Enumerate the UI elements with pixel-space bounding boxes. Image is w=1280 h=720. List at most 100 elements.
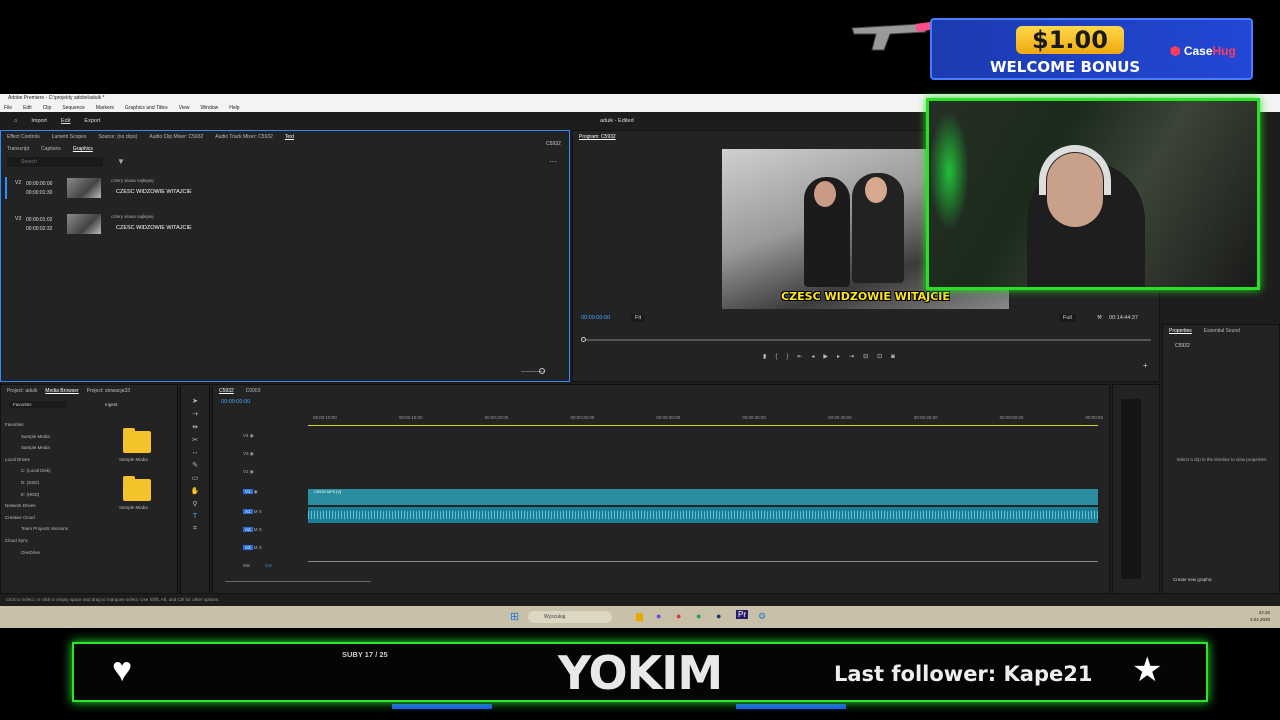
- rectangle-icon[interactable]: ▭: [192, 474, 199, 482]
- explorer-icon[interactable]: ▆: [636, 611, 643, 622]
- timeline-ruler[interactable]: 00:00:10:00 00:00:15:00 00:00:20:00 00:0…: [313, 415, 1103, 420]
- taskbar-search[interactable]: Wyszukaj: [528, 611, 612, 623]
- tab-properties[interactable]: Properties: [1169, 328, 1192, 334]
- tree-item[interactable]: Creative Cloud: [5, 512, 68, 524]
- browser-icon[interactable]: ●: [676, 611, 681, 621]
- zoom-handle[interactable]: [539, 368, 545, 374]
- tab-transcript[interactable]: Transcript: [7, 146, 29, 152]
- tab-project-2[interactable]: Project: stowacja33: [87, 388, 130, 394]
- tree-item[interactable]: Favorites: [5, 419, 68, 431]
- tree-item[interactable]: Team Projects Versions: [5, 523, 68, 535]
- tab-import[interactable]: Import: [31, 118, 47, 124]
- premiere-icon[interactable]: Pr: [736, 610, 748, 619]
- folder-icon[interactable]: [123, 428, 151, 453]
- tree-item[interactable]: D: (SSD): [5, 477, 68, 489]
- track-header-mix[interactable]: Mix 0.0: [231, 563, 301, 579]
- track-header-v2[interactable]: V2 ◉: [231, 469, 301, 485]
- graphic-item[interactable]: V2 00:00:00:00 00:00:01:30 cztery slowa …: [5, 177, 311, 203]
- ingest-checkbox[interactable]: Ingest: [105, 402, 117, 407]
- fit-dropdown[interactable]: Fit: [631, 314, 646, 322]
- zoom-icon[interactable]: ⚲: [192, 500, 197, 508]
- go-to-in-icon[interactable]: ⇤: [797, 353, 802, 360]
- steam-icon[interactable]: ●: [716, 611, 721, 621]
- camera-icon[interactable]: ◙: [891, 354, 895, 360]
- quality-dropdown[interactable]: Full: [1059, 314, 1076, 322]
- add-button-icon[interactable]: +: [1143, 361, 1148, 370]
- menu-sequence[interactable]: Sequence: [62, 105, 85, 111]
- tab-export[interactable]: Export: [84, 118, 100, 124]
- razor-icon[interactable]: ✂: [192, 436, 198, 444]
- tree-item[interactable]: Sample Media: [5, 442, 68, 454]
- menu-help[interactable]: Help: [229, 105, 239, 111]
- start-icon[interactable]: ⊞: [510, 610, 519, 623]
- menu-view[interactable]: View: [179, 105, 190, 111]
- menu-file[interactable]: File: [4, 105, 12, 111]
- type-tool-icon[interactable]: T: [193, 513, 197, 520]
- extract-icon[interactable]: ⊡: [877, 353, 882, 360]
- tab-lumetri[interactable]: Lumetri Scopes: [52, 134, 87, 140]
- track-header-a2[interactable]: A2 M S: [231, 527, 301, 543]
- tree-item[interactable]: Network Drives: [5, 500, 68, 512]
- video-clip[interactable]: C5932.MP4 [V]: [308, 489, 1098, 505]
- search-input[interactable]: Search: [7, 157, 103, 167]
- tree-item[interactable]: Local Drives: [5, 454, 68, 466]
- tab-audio-track-mixer[interactable]: Audio Track Mixer: C5932: [215, 134, 273, 140]
- spotify-icon[interactable]: ●: [696, 611, 701, 621]
- tree-item[interactable]: Sample Media: [5, 431, 68, 443]
- hand-icon[interactable]: ✋: [191, 487, 200, 495]
- tab-captions[interactable]: Captions: [41, 146, 61, 152]
- timeline-timecode[interactable]: 00:00:00:00: [221, 399, 250, 405]
- settings-icon[interactable]: ⚙: [758, 611, 766, 622]
- track-header-v1[interactable]: V1 ◉: [231, 489, 301, 505]
- menu-clip[interactable]: Clip: [43, 105, 52, 111]
- menu-edit[interactable]: Edit: [23, 105, 32, 111]
- taskbar-clock[interactable]: 22:36 3.04.2026: [1250, 609, 1270, 623]
- tab-audio-clip-mixer[interactable]: Audio Clip Mixer: C5932: [149, 134, 203, 140]
- tree-item[interactable]: Cloud Sync: [5, 535, 68, 547]
- tab-edit[interactable]: Edit: [61, 118, 70, 124]
- tab-project[interactable]: Project: aduik: [7, 388, 37, 394]
- tab-sequence-c0003[interactable]: C0003: [246, 388, 261, 394]
- pen-icon[interactable]: ✎: [192, 461, 198, 469]
- tab-essential-sound[interactable]: Essential Sound: [1204, 328, 1240, 334]
- marker-icon[interactable]: ▮: [763, 353, 766, 360]
- wrench-icon[interactable]: ⚒: [1097, 315, 1102, 321]
- discord-icon[interactable]: ●: [656, 611, 661, 621]
- caption-tool-icon[interactable]: ⌗: [193, 525, 197, 533]
- selection-tool-icon[interactable]: ➤: [192, 397, 198, 405]
- lift-icon[interactable]: ⊟: [863, 353, 868, 360]
- graphic-item[interactable]: V3 00:00:01:02 00:00:02:32 cztery slowa …: [11, 213, 311, 239]
- tree-item[interactable]: E: (HDD): [5, 489, 68, 501]
- menu-graphics[interactable]: Graphics and Titles: [125, 105, 168, 111]
- out-icon[interactable]: }: [786, 354, 788, 360]
- tab-effect-controls[interactable]: Effect Controls: [7, 134, 40, 140]
- scrubber-handle[interactable]: [581, 337, 586, 342]
- tab-graphics[interactable]: Graphics: [73, 146, 93, 152]
- track-header-a3[interactable]: A3 M S: [231, 545, 301, 561]
- step-forward-icon[interactable]: ▸: [837, 353, 840, 360]
- work-area-bar[interactable]: [308, 425, 1098, 426]
- ripple-edit-icon[interactable]: ⇹: [192, 423, 198, 431]
- slip-icon[interactable]: ↔: [192, 449, 199, 456]
- create-graphic-button[interactable]: Create new graphic: [1173, 577, 1212, 582]
- tab-source[interactable]: Source: (no clips): [98, 134, 137, 140]
- more-icon[interactable]: ⋯: [549, 157, 557, 166]
- menu-window[interactable]: Window: [200, 105, 218, 111]
- tree-item[interactable]: OneDrive: [5, 547, 68, 559]
- track-header-v4[interactable]: V4 ◉: [231, 433, 301, 449]
- in-icon[interactable]: {: [775, 354, 777, 360]
- home-icon[interactable]: ⌂: [14, 118, 17, 124]
- program-scrubber[interactable]: [581, 337, 1151, 342]
- menu-markers[interactable]: Markers: [96, 105, 114, 111]
- tab-media-browser[interactable]: Media Browser: [45, 388, 78, 394]
- folder-icon[interactable]: [123, 476, 151, 501]
- playhead-timecode[interactable]: 00:00:00:00: [581, 315, 610, 321]
- favorites-dropdown[interactable]: Favorites: [9, 401, 67, 408]
- tree-item[interactable]: C: (Local Disk): [5, 465, 68, 477]
- tab-sequence-c5932[interactable]: C5932: [219, 388, 234, 394]
- timeline-scrollbar[interactable]: [225, 581, 371, 582]
- play-icon[interactable]: ▶: [823, 353, 828, 360]
- filter-icon[interactable]: ▼: [117, 157, 125, 166]
- step-back-icon[interactable]: ◂: [811, 353, 814, 360]
- track-header-a1[interactable]: A1 M S: [231, 509, 301, 525]
